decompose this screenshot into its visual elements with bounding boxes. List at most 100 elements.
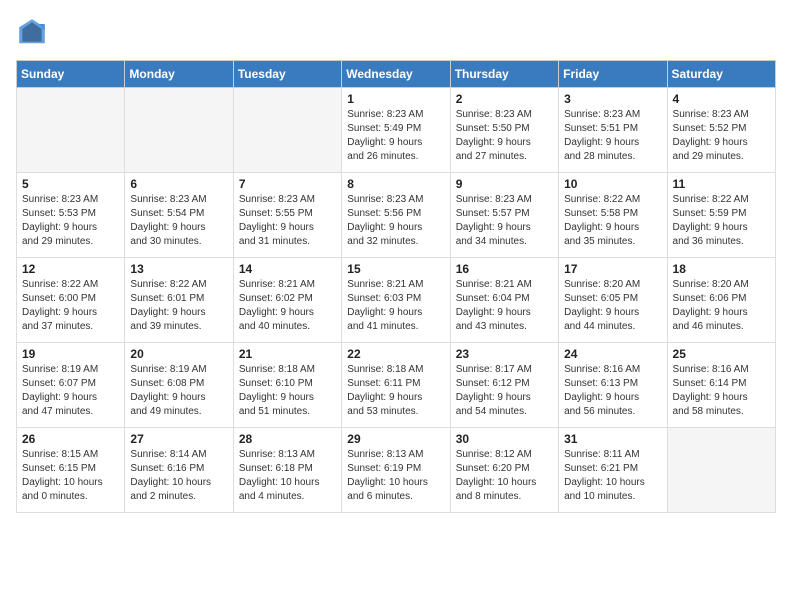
day-cell: 3Sunrise: 8:23 AM Sunset: 5:51 PM Daylig…	[559, 88, 667, 173]
day-cell: 27 Sunrise: 8:14 AM Sunset: 6:16 PM Dayli…	[125, 428, 233, 513]
day-info: Sunrise: 8:13 AM Sunset: 6:19 PM Dayligh…	[347, 448, 444, 504]
logo	[16, 16, 52, 48]
day-info: Sunrise: 8:16 AM Sunset: 6:14 PM Dayligh…	[673, 363, 770, 419]
day-info: Sunrise: 8:23 AM Sunset: 5:56 PM Dayligh…	[347, 193, 444, 249]
day-info: Sunrise: 8:23 AM Sunset: 5:50 PM Dayligh…	[456, 108, 553, 164]
day-cell: 22 Sunrise: 8:18 AM Sunset: 6:11 PM Dayli…	[342, 343, 450, 428]
day-cell: 17Sunrise: 8:20 AM Sunset: 6:05 PM Dayli…	[559, 258, 667, 343]
day-number: 29	[347, 432, 444, 446]
day-number: 16	[456, 262, 553, 276]
day-cell: 16 Sunrise: 8:21 AM Sunset: 6:04 PM Dayli…	[450, 258, 558, 343]
day-number: 17	[564, 262, 661, 276]
day-info: Sunrise: 8:21 AM Sunset: 6:02 PM Dayligh…	[239, 278, 336, 334]
day-cell: 30 Sunrise: 8:12 AM Sunset: 6:20 PM Dayli…	[450, 428, 558, 513]
day-number: 27	[130, 432, 227, 446]
week-row-2: 5 Sunrise: 8:23 AM Sunset: 5:53 PM Daylig…	[17, 173, 776, 258]
week-row-1: 1Sunrise: 8:23 AM Sunset: 5:49 PM Daylig…	[17, 88, 776, 173]
day-cell: 18 Sunrise: 8:20 AM Sunset: 6:06 PM Dayli…	[667, 258, 775, 343]
day-info: Sunrise: 8:22 AM Sunset: 6:01 PM Dayligh…	[130, 278, 227, 334]
day-cell: 5 Sunrise: 8:23 AM Sunset: 5:53 PM Daylig…	[17, 173, 125, 258]
day-cell: 15 Sunrise: 8:21 AM Sunset: 6:03 PM Dayli…	[342, 258, 450, 343]
day-cell: 6 Sunrise: 8:23 AM Sunset: 5:54 PM Daylig…	[125, 173, 233, 258]
day-info: Sunrise: 8:21 AM Sunset: 6:03 PM Dayligh…	[347, 278, 444, 334]
day-cell: 7 Sunrise: 8:23 AM Sunset: 5:55 PM Daylig…	[233, 173, 341, 258]
day-cell: 12 Sunrise: 8:22 AM Sunset: 6:00 PM Dayli…	[17, 258, 125, 343]
day-info: Sunrise: 8:16 AM Sunset: 6:13 PM Dayligh…	[564, 363, 661, 419]
day-info: Sunrise: 8:22 AM Sunset: 5:59 PM Dayligh…	[673, 193, 770, 249]
week-row-3: 12 Sunrise: 8:22 AM Sunset: 6:00 PM Dayli…	[17, 258, 776, 343]
day-number: 9	[456, 177, 553, 191]
weekday-monday: Monday	[125, 61, 233, 88]
day-cell: 14 Sunrise: 8:21 AM Sunset: 6:02 PM Dayli…	[233, 258, 341, 343]
day-cell: 31Sunrise: 8:11 AM Sunset: 6:21 PM Dayli…	[559, 428, 667, 513]
day-number: 26	[22, 432, 119, 446]
day-cell	[125, 88, 233, 173]
day-number: 6	[130, 177, 227, 191]
day-cell: 11 Sunrise: 8:22 AM Sunset: 5:59 PM Dayli…	[667, 173, 775, 258]
day-cell: 21 Sunrise: 8:18 AM Sunset: 6:10 PM Dayli…	[233, 343, 341, 428]
day-cell: 1Sunrise: 8:23 AM Sunset: 5:49 PM Daylig…	[342, 88, 450, 173]
day-cell: 9 Sunrise: 8:23 AM Sunset: 5:57 PM Daylig…	[450, 173, 558, 258]
day-info: Sunrise: 8:19 AM Sunset: 6:07 PM Dayligh…	[22, 363, 119, 419]
day-number: 20	[130, 347, 227, 361]
day-number: 24	[564, 347, 661, 361]
day-cell: 24 Sunrise: 8:16 AM Sunset: 6:13 PM Dayli…	[559, 343, 667, 428]
day-number: 5	[22, 177, 119, 191]
day-info: Sunrise: 8:18 AM Sunset: 6:10 PM Dayligh…	[239, 363, 336, 419]
day-info: Sunrise: 8:11 AM Sunset: 6:21 PM Dayligh…	[564, 448, 661, 504]
day-info: Sunrise: 8:23 AM Sunset: 5:55 PM Dayligh…	[239, 193, 336, 249]
weekday-sunday: Sunday	[17, 61, 125, 88]
day-number: 18	[673, 262, 770, 276]
page-header	[16, 16, 776, 48]
day-number: 4	[673, 92, 770, 106]
day-number: 11	[673, 177, 770, 191]
day-info: Sunrise: 8:18 AM Sunset: 6:11 PM Dayligh…	[347, 363, 444, 419]
day-cell: 29 Sunrise: 8:13 AM Sunset: 6:19 PM Dayli…	[342, 428, 450, 513]
day-info: Sunrise: 8:19 AM Sunset: 6:08 PM Dayligh…	[130, 363, 227, 419]
day-info: Sunrise: 8:14 AM Sunset: 6:16 PM Dayligh…	[130, 448, 227, 504]
day-info: Sunrise: 8:15 AM Sunset: 6:15 PM Dayligh…	[22, 448, 119, 504]
day-cell: 23 Sunrise: 8:17 AM Sunset: 6:12 PM Dayli…	[450, 343, 558, 428]
weekday-header-row: SundayMondayTuesdayWednesdayThursdayFrid…	[17, 61, 776, 88]
day-cell: 25 Sunrise: 8:16 AM Sunset: 6:14 PM Dayli…	[667, 343, 775, 428]
week-row-5: 26 Sunrise: 8:15 AM Sunset: 6:15 PM Dayli…	[17, 428, 776, 513]
day-number: 22	[347, 347, 444, 361]
day-cell	[667, 428, 775, 513]
day-number: 8	[347, 177, 444, 191]
weekday-saturday: Saturday	[667, 61, 775, 88]
day-number: 21	[239, 347, 336, 361]
day-number: 25	[673, 347, 770, 361]
day-number: 15	[347, 262, 444, 276]
day-info: Sunrise: 8:22 AM Sunset: 6:00 PM Dayligh…	[22, 278, 119, 334]
day-number: 30	[456, 432, 553, 446]
day-info: Sunrise: 8:23 AM Sunset: 5:54 PM Dayligh…	[130, 193, 227, 249]
day-info: Sunrise: 8:23 AM Sunset: 5:49 PM Dayligh…	[347, 108, 444, 164]
day-info: Sunrise: 8:23 AM Sunset: 5:53 PM Dayligh…	[22, 193, 119, 249]
day-cell: 20 Sunrise: 8:19 AM Sunset: 6:08 PM Dayli…	[125, 343, 233, 428]
day-number: 2	[456, 92, 553, 106]
day-number: 23	[456, 347, 553, 361]
weekday-friday: Friday	[559, 61, 667, 88]
day-cell: 4Sunrise: 8:23 AM Sunset: 5:52 PM Daylig…	[667, 88, 775, 173]
day-info: Sunrise: 8:23 AM Sunset: 5:57 PM Dayligh…	[456, 193, 553, 249]
calendar-body: 1Sunrise: 8:23 AM Sunset: 5:49 PM Daylig…	[17, 88, 776, 513]
day-info: Sunrise: 8:20 AM Sunset: 6:06 PM Dayligh…	[673, 278, 770, 334]
day-info: Sunrise: 8:13 AM Sunset: 6:18 PM Dayligh…	[239, 448, 336, 504]
day-number: 7	[239, 177, 336, 191]
day-cell: 2 Sunrise: 8:23 AM Sunset: 5:50 PM Daylig…	[450, 88, 558, 173]
day-info: Sunrise: 8:22 AM Sunset: 5:58 PM Dayligh…	[564, 193, 661, 249]
logo-icon	[16, 16, 48, 48]
day-number: 14	[239, 262, 336, 276]
day-info: Sunrise: 8:21 AM Sunset: 6:04 PM Dayligh…	[456, 278, 553, 334]
weekday-wednesday: Wednesday	[342, 61, 450, 88]
day-cell: 19Sunrise: 8:19 AM Sunset: 6:07 PM Dayli…	[17, 343, 125, 428]
day-info: Sunrise: 8:23 AM Sunset: 5:51 PM Dayligh…	[564, 108, 661, 164]
day-number: 12	[22, 262, 119, 276]
day-number: 10	[564, 177, 661, 191]
day-info: Sunrise: 8:12 AM Sunset: 6:20 PM Dayligh…	[456, 448, 553, 504]
day-number: 13	[130, 262, 227, 276]
calendar-table: SundayMondayTuesdayWednesdayThursdayFrid…	[16, 60, 776, 513]
week-row-4: 19Sunrise: 8:19 AM Sunset: 6:07 PM Dayli…	[17, 343, 776, 428]
day-cell	[233, 88, 341, 173]
day-info: Sunrise: 8:17 AM Sunset: 6:12 PM Dayligh…	[456, 363, 553, 419]
